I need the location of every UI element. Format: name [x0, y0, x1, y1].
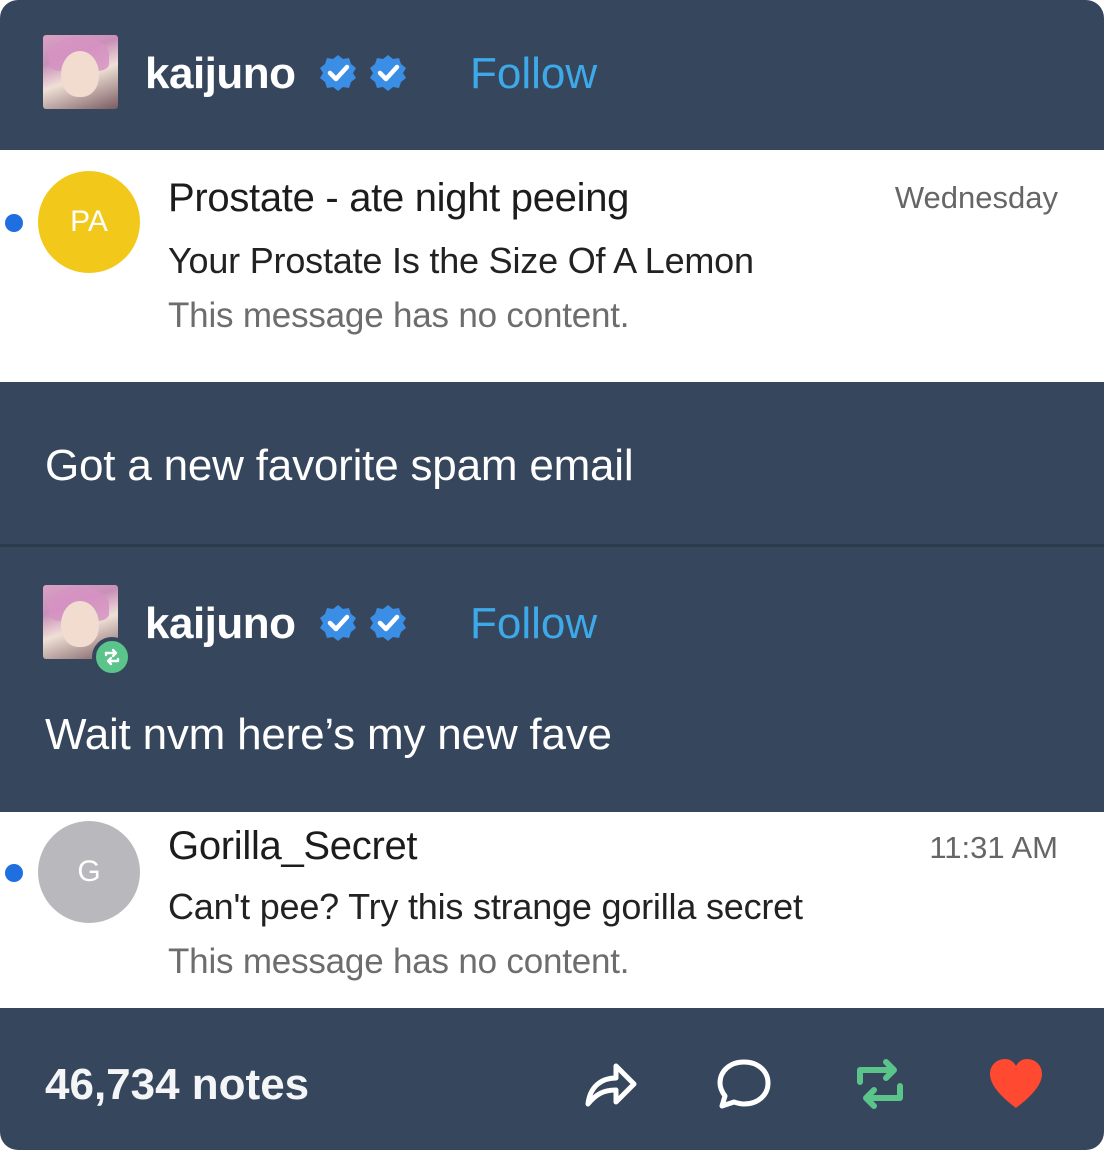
reblog-text: Wait nvm here’s my new fave [45, 710, 612, 759]
sender-avatar: G [38, 821, 140, 923]
reblog-divider [0, 544, 1104, 547]
reblog-follow-button[interactable]: Follow [470, 599, 597, 649]
email-sender: Prostate - ate night peeing [168, 176, 630, 220]
verified-badge-icon [320, 55, 406, 91]
unread-dot [5, 214, 23, 232]
email-subject: Can't pee? Try this strange gorilla secr… [168, 886, 803, 927]
email-preview: This message has no content. [168, 942, 630, 981]
notes-count[interactable]: 46,734 notes [45, 1060, 309, 1110]
author-avatar[interactable] [43, 35, 118, 109]
sender-avatar: PA [38, 171, 140, 273]
email-preview: This message has no content. [168, 296, 630, 335]
post-header: kaijuno Follow [0, 35, 1104, 115]
reblog-icon [92, 637, 132, 677]
email-time: Wednesday [894, 180, 1058, 215]
follow-button[interactable]: Follow [470, 49, 597, 99]
unread-dot [5, 864, 23, 882]
author-username[interactable]: kaijuno [145, 49, 296, 99]
reply-icon[interactable] [712, 1052, 776, 1116]
tumblr-post: kaijuno Follow PA Prostate - ate night p… [0, 0, 1104, 1150]
email-subject: Your Prostate Is the Size Of A Lemon [168, 240, 754, 281]
verified-badge-icon [320, 605, 406, 641]
sender-initials: PA [70, 205, 108, 238]
share-icon[interactable] [578, 1052, 642, 1116]
post-caption: Got a new favorite spam email [45, 441, 634, 490]
reblog-header: kaijuno Follow [0, 585, 1104, 677]
reblog-icon[interactable] [848, 1052, 912, 1116]
like-heart-icon[interactable] [984, 1052, 1048, 1116]
email-sender: Gorilla_Secret [168, 824, 418, 868]
email-time: 11:31 AM [929, 830, 1058, 865]
email-screenshot-1: PA Prostate - ate night peeing Wednesday… [0, 150, 1104, 382]
email-screenshot-2: G Gorilla_Secret 11:31 AM Can't pee? Try… [0, 812, 1104, 1008]
reblog-author-username[interactable]: kaijuno [145, 599, 296, 649]
sender-initials: G [77, 855, 101, 888]
